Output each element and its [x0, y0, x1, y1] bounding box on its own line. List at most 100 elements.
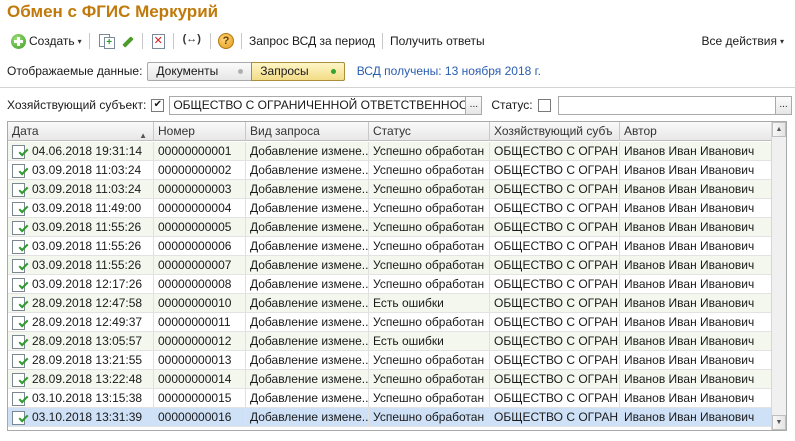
- cell-subject: ОБЩЕСТВО С ОГРАН...: [490, 294, 620, 312]
- table-row[interactable]: 03.09.2018 11:03:24 00000000002 Добавление…: [8, 161, 772, 180]
- edit-button[interactable]: [116, 31, 138, 51]
- table-row[interactable]: 28.09.2018 12:49:37 00000000011 Добавление…: [8, 313, 772, 332]
- cell-number: 00000000002: [154, 161, 246, 179]
- status-checkbox[interactable]: [537, 98, 551, 112]
- document-check-icon: [12, 391, 27, 406]
- table-row[interactable]: 03.09.2018 11:55:26 00000000005 Добавление…: [8, 218, 772, 237]
- status-label: Статус:: [491, 98, 533, 112]
- display-option-documents[interactable]: Документы: [147, 61, 252, 81]
- cell-text: 03.09.2018 11:55:26: [32, 239, 142, 253]
- cell-status: Есть ошибки: [369, 332, 490, 350]
- create-button[interactable]: Создать ▾: [8, 31, 85, 51]
- radio-dot-icon: [330, 68, 336, 74]
- cell-status: Успешно обработан: [369, 142, 490, 160]
- cell-subject: ОБЩЕСТВО С ОГРАН...: [490, 351, 620, 369]
- subject-field[interactable]: ОБЩЕСТВО С ОГРАНИЧЕННОЙ ОТВЕТСТВЕННОСТЬЮ…: [169, 95, 467, 115]
- scroll-down-button[interactable]: ▼: [772, 415, 786, 430]
- document-check-icon: [12, 353, 27, 368]
- table-row[interactable]: 03.09.2018 11:55:26 00000000006 Добавление…: [8, 237, 772, 256]
- table-row[interactable]: 28.09.2018 12:47:58 00000000010 Добавление…: [8, 294, 772, 313]
- document-check-icon: [12, 410, 27, 425]
- cell-number: 00000000008: [154, 275, 246, 293]
- table-row[interactable]: 28.09.2018 13:05:57 00000000012 Добавление…: [8, 332, 772, 351]
- delete-button[interactable]: [147, 31, 169, 51]
- column-header-subject[interactable]: Хозяйствующий субъ: [490, 122, 620, 141]
- table-row[interactable]: 28.09.2018 13:22:48 00000000014 Добавление…: [8, 370, 772, 389]
- column-header-date[interactable]: Дата ▲: [8, 122, 154, 141]
- get-answers-button[interactable]: Получить ответы: [387, 31, 488, 51]
- cell-status: Успешно обработан: [369, 180, 490, 198]
- cell-status: Успешно обработан: [369, 161, 490, 179]
- cell-date: 28.09.2018 13:22:48: [8, 370, 154, 388]
- table-row[interactable]: 03.09.2018 11:49:00 00000000004 Добавление…: [8, 199, 772, 218]
- column-header-status[interactable]: Статус: [369, 122, 490, 141]
- column-header-request-type[interactable]: Вид запроса: [246, 122, 369, 141]
- document-check-icon: [12, 144, 27, 159]
- column-header-author[interactable]: Автор: [620, 122, 772, 141]
- page-title: Обмен с ФГИС Меркурий: [7, 2, 219, 21]
- status-field[interactable]: [557, 95, 776, 115]
- request-vsd-button[interactable]: Запрос ВСД за период: [246, 31, 378, 51]
- cell-author: Иванов Иван Иванович: [620, 389, 772, 407]
- cell-date: 28.09.2018 12:47:58: [8, 294, 154, 312]
- table-row[interactable]: 03.09.2018 11:55:26 00000000007 Добавление…: [8, 256, 772, 275]
- table-body: 04.06.2018 19:31:14 00000000001 Добавление…: [8, 142, 772, 427]
- cell-text: 28.09.2018 13:05:57: [32, 334, 143, 348]
- cell-date: 03.09.2018 11:49:00: [8, 199, 154, 217]
- cell-text: 03.09.2018 11:03:24: [32, 182, 142, 196]
- exchange-button[interactable]: (↔): [178, 31, 206, 51]
- cell-author: Иванов Иван Иванович: [620, 180, 772, 198]
- cell-subject: ОБЩЕСТВО С ОГРАН...: [490, 237, 620, 255]
- help-icon: ?: [217, 33, 234, 49]
- table-row[interactable]: 04.06.2018 19:31:14 00000000001 Добавление…: [8, 142, 772, 161]
- cell-request-type: Добавление измене...: [246, 256, 369, 274]
- cell-request-type: Добавление измене...: [246, 218, 369, 236]
- all-actions-menu[interactable]: Все действия ▾: [699, 30, 787, 52]
- cell-author: Иванов Иван Иванович: [620, 199, 772, 217]
- table-row[interactable]: 03.10.2018 13:15:38 00000000015 Добавление…: [8, 389, 772, 408]
- document-check-icon: [12, 372, 27, 387]
- table-row[interactable]: 03.09.2018 11:03:24 00000000003 Добавление…: [8, 180, 772, 199]
- table-row[interactable]: 03.09.2018 12:17:26 00000000008 Добавление…: [8, 275, 772, 294]
- cell-text: 03.10.2018 13:31:39: [32, 410, 143, 424]
- cell-subject: ОБЩЕСТВО С ОГРАН...: [490, 218, 620, 236]
- cell-subject: ОБЩЕСТВО С ОГРАН...: [490, 256, 620, 274]
- document-check-icon: [12, 182, 27, 197]
- subject-checkbox[interactable]: ✔: [151, 98, 165, 112]
- cell-date: 28.09.2018 13:21:55: [8, 351, 154, 369]
- toolbar-separator: [209, 33, 211, 49]
- scroll-up-button[interactable]: ▲: [772, 122, 786, 137]
- column-header-number[interactable]: Номер: [154, 122, 246, 141]
- subject-select-button[interactable]: ...: [466, 95, 483, 115]
- document-check-icon: [12, 163, 27, 178]
- toolbar: Создать ▾ (↔) ? Запрос ВСД за период Пол…: [0, 30, 795, 52]
- vsd-status-link[interactable]: ВСД получены: 13 ноября 2018 г.: [357, 64, 541, 78]
- table-row[interactable]: 28.09.2018 13:21:55 00000000013 Добавление…: [8, 351, 772, 370]
- cell-subject: ОБЩЕСТВО С ОГРАН...: [490, 313, 620, 331]
- cell-author: Иванов Иван Иванович: [620, 275, 772, 293]
- display-option-requests[interactable]: Запросы: [251, 61, 345, 81]
- cell-request-type: Добавление измене...: [246, 389, 369, 407]
- table-row[interactable]: 03.10.2018 13:31:39 00000000016 Добавление…: [8, 408, 772, 427]
- copy-button[interactable]: [94, 31, 116, 51]
- help-button[interactable]: ?: [215, 31, 237, 51]
- cell-request-type: Добавление измене...: [246, 275, 369, 293]
- cell-date: 03.09.2018 11:03:24: [8, 180, 154, 198]
- requests-table: Дата ▲ Номер Вид запроса Статус Хозяйств…: [7, 121, 787, 431]
- cell-number: 00000000007: [154, 256, 246, 274]
- document-check-icon: [12, 239, 27, 254]
- cell-status: Успешно обработан: [369, 218, 490, 236]
- create-icon: [11, 33, 26, 49]
- toolbar-separator: [141, 33, 143, 49]
- status-select-button[interactable]: ...: [776, 95, 792, 115]
- cell-number: 00000000015: [154, 389, 246, 407]
- vertical-scrollbar[interactable]: ▲ ▼: [771, 122, 786, 430]
- cell-date: 03.10.2018 13:15:38: [8, 389, 154, 407]
- cell-number: 00000000003: [154, 180, 246, 198]
- cell-text: 03.09.2018 11:55:26: [32, 258, 142, 272]
- cell-subject: ОБЩЕСТВО С ОГРАН...: [490, 161, 620, 179]
- cell-request-type: Добавление измене...: [246, 180, 369, 198]
- cell-request-type: Добавление измене...: [246, 142, 369, 160]
- document-check-icon: [12, 201, 27, 216]
- cell-author: Иванов Иван Иванович: [620, 332, 772, 350]
